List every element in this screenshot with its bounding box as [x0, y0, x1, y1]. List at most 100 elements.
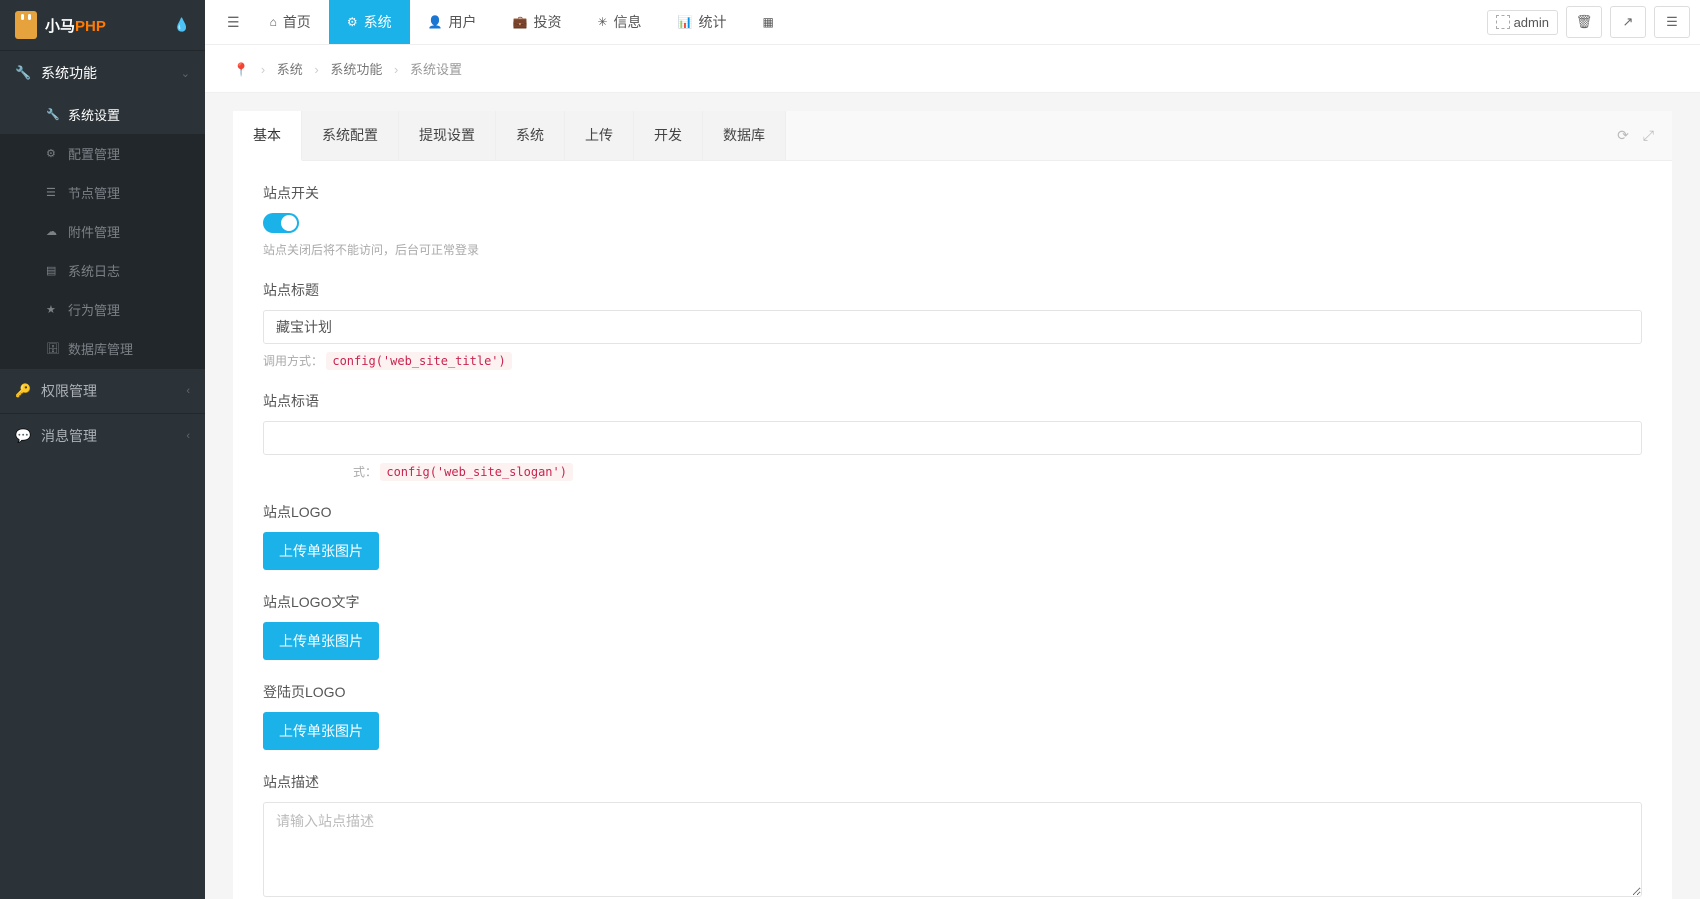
sidebar-item-config[interactable]: ⚙ 配置管理 [0, 134, 205, 173]
sidebar-item-label: 行为管理 [68, 300, 120, 319]
brand[interactable]: 小马PHP [15, 11, 106, 39]
label-site-logo: 站点LOGO [263, 502, 1642, 522]
topnav-system[interactable]: ⚙ 系统 [329, 0, 410, 44]
brand-text-1: 小马 [45, 18, 75, 35]
site-switch-toggle[interactable] [263, 213, 299, 233]
breadcrumb-sysfunc[interactable]: 系统功能 [330, 62, 382, 77]
label-login-logo: 登陆页LOGO [263, 682, 1642, 702]
tab-system[interactable]: 系统 [496, 111, 565, 160]
topnav-invest[interactable]: 💼 投资 [495, 0, 580, 44]
topnav-stats[interactable]: 📊 统计 [660, 0, 745, 44]
sidebar-item-label: 数据库管理 [68, 339, 133, 358]
sidebar-item-nodes[interactable]: ☰ 节点管理 [0, 173, 205, 212]
tabs: 基本 系统配置 提现设置 系统 上传 开发 数据库 [233, 111, 786, 160]
key-icon: 🔑 [15, 383, 29, 399]
sidebar-item-system-settings[interactable]: 🔧 系统设置 [0, 95, 205, 134]
label-site-desc: 站点描述 [263, 772, 1642, 792]
cloud-icon: ☁ [46, 225, 58, 238]
tabs-tools: ⟳ ⤢ [1617, 127, 1672, 144]
external-button[interactable]: ↗ [1610, 6, 1646, 38]
topnav-apps[interactable]: ▦ [745, 0, 792, 44]
expand-button[interactable]: ⤢ [1643, 127, 1654, 144]
chat-icon: 💬 [15, 428, 29, 444]
sidebar-item-label: 配置管理 [68, 144, 120, 163]
star-icon: ★ [46, 303, 58, 316]
refresh-button[interactable]: ⟳ [1617, 127, 1629, 144]
help-site-title: 调用方式： config('web_site_title') [263, 352, 1642, 369]
admin-name: admin [1514, 15, 1549, 30]
nav-section-permission: 🔑 权限管理 ‹ [0, 368, 205, 413]
topnav-label: 统计 [699, 12, 727, 32]
user-menu[interactable]: admin [1487, 10, 1558, 35]
upload-login-logo-button[interactable]: 上传单张图片 [263, 712, 379, 750]
list-icon: ☰ [46, 186, 58, 199]
nav-section-system: 🔧 系统功能 ⌄ 🔧 系统设置 ⚙ 配置管理 ☰ 节点管理 [0, 50, 205, 368]
field-site-title: 站点标题 调用方式： config('web_site_title') [263, 280, 1642, 369]
input-site-title[interactable] [263, 310, 1642, 344]
sidebar-header: 小马PHP 💧 [0, 0, 205, 50]
help-prefix: 调用方式： [263, 354, 323, 368]
sidebar-item-attachments[interactable]: ☁ 附件管理 [0, 212, 205, 251]
brand-text: 小马PHP [45, 15, 106, 36]
top-nav: ⌂ 首页 ⚙ 系统 👤 用户 💼 投资 [252, 0, 792, 44]
label-site-logo-text: 站点LOGO文字 [263, 592, 1642, 612]
sidebar-item-behavior[interactable]: ★ 行为管理 [0, 290, 205, 329]
topnav-info[interactable]: ✳ 信息 [579, 0, 659, 44]
nav-header-message[interactable]: 💬 消息管理 ‹ [0, 414, 205, 458]
help-code: config('web_site_slogan') [380, 463, 573, 481]
nav-header-label: 消息管理 [41, 426, 97, 446]
home-icon: ⌂ [270, 15, 277, 29]
tab-dev[interactable]: 开发 [634, 111, 703, 160]
field-login-logo: 登陆页LOGO 上传单张图片 [263, 682, 1642, 750]
menu-toggle-button[interactable]: ☰ [215, 14, 252, 31]
sidebar-item-label: 附件管理 [68, 222, 120, 241]
sidebar-item-label: 节点管理 [68, 183, 120, 202]
database-icon: 🗄 [46, 342, 58, 355]
topbar: ☰ ⌂ 首页 ⚙ 系统 👤 用户 💼 [205, 0, 1700, 45]
user-icon: 👤 [428, 15, 443, 29]
label-site-switch: 站点开关 [263, 183, 1642, 203]
tab-withdraw[interactable]: 提现设置 [399, 111, 496, 160]
tab-upload[interactable]: 上传 [565, 111, 634, 160]
chevron-down-icon: ⌄ [181, 67, 190, 80]
droplet-icon[interactable]: 💧 [174, 17, 190, 33]
topnav-home[interactable]: ⌂ 首页 [252, 0, 329, 44]
form: 站点开关 站点关闭后将不能访问，后台可正常登录 站点标题 调用方式： confi… [233, 161, 1672, 899]
menu-right-button[interactable]: ☰ [1654, 6, 1690, 38]
help-site-switch: 站点关闭后将不能访问，后台可正常登录 [263, 241, 1642, 258]
nav-header-label: 系统功能 [41, 63, 97, 83]
textarea-site-desc[interactable] [263, 802, 1642, 897]
label-site-slogan: 站点标语 [263, 391, 1642, 411]
upload-site-logo-button[interactable]: 上传单张图片 [263, 532, 379, 570]
menu-icon: ☰ [1666, 14, 1678, 30]
nav-header-permission[interactable]: 🔑 权限管理 ‹ [0, 369, 205, 413]
nav-section-message: 💬 消息管理 ‹ [0, 413, 205, 458]
field-site-logo-text: 站点LOGO文字 上传单张图片 [263, 592, 1642, 660]
topnav-label: 首页 [283, 12, 311, 32]
tab-sysconfig[interactable]: 系统配置 [302, 111, 399, 160]
field-site-slogan: 站点标语 式： config('web_site_slogan') [263, 391, 1642, 480]
breadcrumb-current: 系统设置 [410, 62, 462, 77]
input-site-slogan[interactable] [263, 421, 1642, 455]
field-site-switch: 站点开关 站点关闭后将不能访问，后台可正常登录 [263, 183, 1642, 258]
grid-icon: ▦ [763, 15, 774, 29]
gear-icon: ⚙ [46, 147, 58, 160]
nav-header-system[interactable]: 🔧 系统功能 ⌄ [0, 51, 205, 95]
wrench-icon: 🔧 [46, 108, 58, 121]
brand-text-2: PHP [75, 18, 106, 35]
sidebar-item-logs[interactable]: ▤ 系统日志 [0, 251, 205, 290]
topnav-label: 投资 [533, 12, 561, 32]
breadcrumb-system[interactable]: 系统 [277, 62, 303, 77]
help-site-slogan: 式： config('web_site_slogan') [353, 463, 1642, 480]
topnav-user[interactable]: 👤 用户 [410, 0, 495, 44]
field-site-logo: 站点LOGO 上传单张图片 [263, 502, 1642, 570]
help-code: config('web_site_title') [326, 352, 511, 370]
sidebar-item-database[interactable]: 🗄 数据库管理 [0, 329, 205, 368]
chart-icon: 📊 [678, 15, 693, 29]
upload-site-logo-text-button[interactable]: 上传单张图片 [263, 622, 379, 660]
tab-basic[interactable]: 基本 [233, 111, 302, 161]
label-site-title: 站点标题 [263, 280, 1642, 300]
tab-db[interactable]: 数据库 [703, 111, 786, 160]
external-icon: ↗ [1623, 14, 1634, 30]
trash-button[interactable]: 🗑 [1566, 6, 1602, 38]
